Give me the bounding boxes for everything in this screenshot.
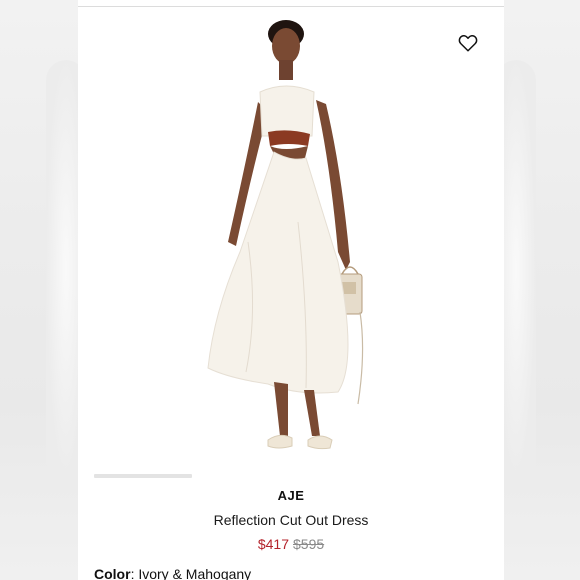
image-carousel-indicator[interactable] xyxy=(94,474,192,478)
product-card: AJE Reflection Cut Out Dress $417 $595 Co… xyxy=(78,0,504,580)
price-row: $417 $595 xyxy=(78,536,504,552)
blurred-backdrop-left xyxy=(0,0,86,580)
blurred-backdrop-right xyxy=(496,0,580,580)
product-brand[interactable]: AJE xyxy=(78,488,504,503)
product-name[interactable]: Reflection Cut Out Dress xyxy=(78,512,504,528)
heart-icon[interactable] xyxy=(458,34,478,52)
color-row: Color: Ivory & Mahogany xyxy=(94,566,251,580)
color-label: Color xyxy=(94,566,131,580)
screenshot-frame: AJE Reflection Cut Out Dress $417 $595 Co… xyxy=(0,0,580,580)
top-divider xyxy=(78,6,504,7)
sale-price: $417 xyxy=(257,536,289,552)
product-image[interactable] xyxy=(188,12,388,462)
original-price: $595 xyxy=(293,536,325,552)
color-value: Ivory & Mahogany xyxy=(138,566,252,580)
